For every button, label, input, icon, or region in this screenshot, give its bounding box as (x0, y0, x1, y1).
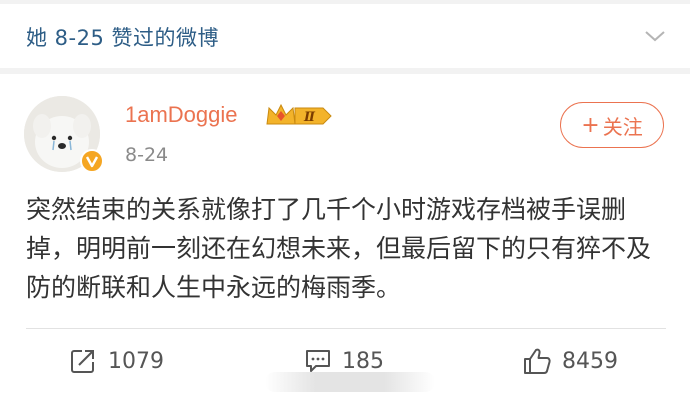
thumbs-up-icon (524, 348, 551, 374)
post-text: 突然结束的关系就像打了几千个小时游戏存档被手误删掉，明明前一刻还在幻想未来，但最… (26, 195, 652, 302)
follow-button-label: 关注 (602, 114, 643, 139)
verified-badge-icon (80, 149, 104, 173)
watermark (265, 372, 435, 392)
chevron-down-icon[interactable] (644, 26, 666, 46)
comment-count: 185 (342, 348, 384, 374)
weibo-post-card[interactable]: 1amDoggie Ⅱ 8-24 + 关注 突然结束的关系就像打了几千个小时游戏… (0, 74, 690, 402)
username[interactable]: 1amDoggie (125, 102, 238, 128)
post-date: 8-24 (125, 144, 169, 166)
page-header: 她 8-25 赞过的微博 (0, 4, 690, 68)
comment-icon (306, 350, 330, 372)
divider (26, 328, 666, 329)
like-button[interactable]: 8459 (522, 344, 618, 378)
avatar[interactable] (24, 96, 104, 173)
repost-count: 1079 (108, 348, 164, 374)
page-title: 她 8-25 赞过的微博 (26, 26, 220, 50)
repost-button[interactable]: 1079 (70, 344, 164, 378)
like-count: 8459 (562, 348, 618, 374)
plus-icon: + (581, 112, 600, 138)
follow-button[interactable]: + 关注 (560, 102, 664, 148)
repost-icon (71, 350, 94, 373)
vip-level-text: Ⅱ (303, 110, 316, 125)
vip-crown-icon: Ⅱ (266, 103, 332, 125)
